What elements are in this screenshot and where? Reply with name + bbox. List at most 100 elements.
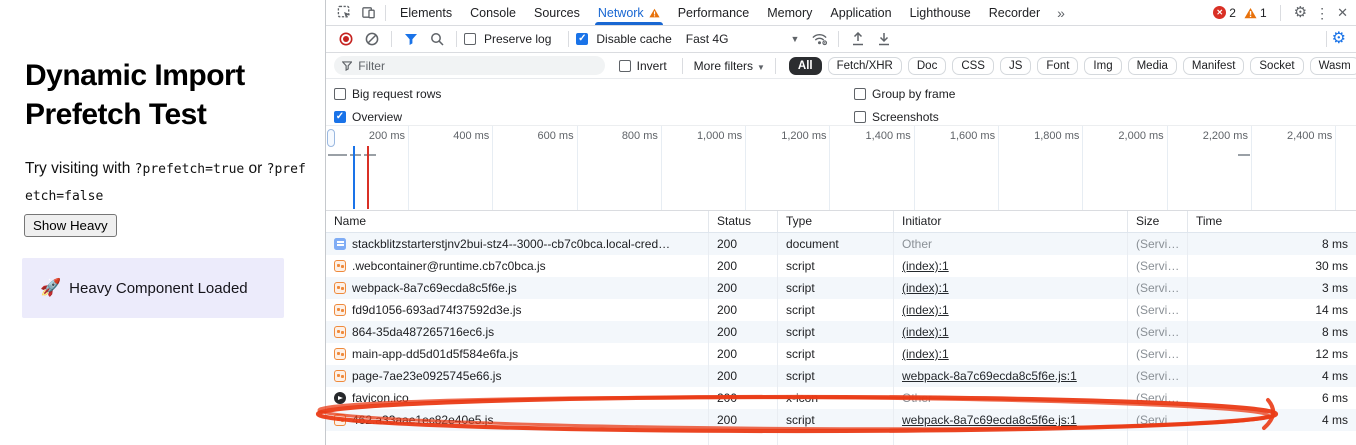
screenshots-label: Screenshots [872,110,939,124]
column-header-name[interactable]: Name [326,211,709,232]
column-header-status[interactable]: Status [709,211,778,232]
chip-wasm[interactable]: Wasm [1310,57,1356,75]
tab-recorder[interactable]: Recorder [980,0,1049,25]
search-icon[interactable] [425,28,449,50]
import-har-icon[interactable] [846,28,870,50]
request-name-cell[interactable]: main-app-dd5d01d5f584e6fa.js [326,343,709,365]
request-name-cell[interactable]: fd9d1056-693ad74f37592d3e.js [326,299,709,321]
timeline-tick-label: 600 ms [493,126,577,210]
tab-sources[interactable]: Sources [525,0,589,25]
initiator-link[interactable]: (index):1 [902,281,949,295]
request-name-cell[interactable]: .webcontainer@runtime.cb7c0bca.js [326,255,709,277]
filter-toggle-icon[interactable] [399,28,423,50]
overview-checkbox[interactable]: ✓ [334,111,346,123]
tab-performance[interactable]: Performance [669,0,759,25]
network-request-row[interactable]: 864-35da487265716ec6.js200script(index):… [326,321,1356,343]
initiator-link[interactable]: (index):1 [902,325,949,339]
console-warning-badge[interactable]: 1 [1244,6,1267,20]
initiator-link[interactable]: webpack-8a7c69ecda8c5f6e.js:1 [902,413,1077,427]
console-error-badge[interactable]: ✕2 [1213,6,1236,20]
kebab-menu-icon[interactable]: ⋮ [1315,6,1329,20]
chip-manifest[interactable]: Manifest [1183,57,1244,75]
tab-memory[interactable]: Memory [758,0,821,25]
tab-elements[interactable]: Elements [391,0,461,25]
column-header-size[interactable]: Size [1128,211,1188,232]
rocket-icon: 🚀 [40,278,61,298]
chip-all[interactable]: All [789,57,822,75]
network-request-row[interactable]: page-7ae23e0925745e66.js200scriptwebpack… [326,365,1356,387]
export-har-icon[interactable] [872,28,896,50]
network-request-row[interactable]: fd9d1056-693ad74f37592d3e.js200script(in… [326,299,1356,321]
status-cell: 200 [709,255,778,277]
request-name-cell[interactable]: 864-35da487265716ec6.js [326,321,709,343]
chip-css[interactable]: CSS [952,57,994,75]
invert-checkbox[interactable] [619,60,631,72]
chevron-down-icon: ▼ [757,63,765,72]
time-cell: 6 ms [1188,387,1356,409]
group-by-frame-checkbox[interactable] [854,88,866,100]
status-cell: 200 [709,321,778,343]
filter-input[interactable] [358,59,596,73]
tab-console[interactable]: Console [461,0,525,25]
request-name-cell[interactable]: 462.a33aae1ec82e40e5.js [326,409,709,431]
time-cell: 8 ms [1188,321,1356,343]
toggle-device-toolbar-icon[interactable] [356,3,380,23]
initiator-cell[interactable]: webpack-8a7c69ecda8c5f6e.js:1 [894,365,1128,387]
inspect-element-icon[interactable] [332,3,356,23]
initiator-link[interactable]: webpack-8a7c69ecda8c5f6e.js:1 [902,369,1077,383]
request-name-cell[interactable]: stackblitzstarterstjnv2bui-stz4--3000--c… [326,233,709,255]
network-overview-timeline[interactable]: 200 ms400 ms600 ms800 ms1,000 ms1,200 ms… [326,126,1356,211]
status-cell: 200 [709,387,778,409]
more-filters-dropdown[interactable]: More filters▼ [694,59,765,73]
tab-network[interactable]: Network [589,0,669,25]
record-network-log-icon[interactable] [334,28,358,50]
tab-application[interactable]: Application [821,0,900,25]
chip-socket[interactable]: Socket [1250,57,1303,75]
preserve-log-label: Preserve log [484,32,551,46]
initiator-cell[interactable]: webpack-8a7c69ecda8c5f6e.js:1 [894,409,1128,431]
preserve-log-checkbox[interactable] [464,33,476,45]
chip-font[interactable]: Font [1037,57,1078,75]
column-header-type[interactable]: Type [778,211,894,232]
network-request-row[interactable]: webpack-8a7c69ecda8c5f6e.js200script(ind… [326,277,1356,299]
chip-doc[interactable]: Doc [908,57,946,75]
column-header-initiator[interactable]: Initiator [894,211,1128,232]
initiator-cell[interactable]: (index):1 [894,277,1128,299]
request-name-cell[interactable]: page-7ae23e0925745e66.js [326,365,709,387]
chip-js[interactable]: JS [1000,57,1031,75]
initiator-cell[interactable]: (index):1 [894,343,1128,365]
initiator-link[interactable]: (index):1 [902,347,949,361]
initiator-cell[interactable]: (index):1 [894,321,1128,343]
overview-drag-handle[interactable] [327,129,335,147]
initiator-link[interactable]: (index):1 [902,259,949,273]
tab-lighthouse[interactable]: Lighthouse [901,0,980,25]
show-heavy-button[interactable]: Show Heavy [24,214,117,237]
request-name-cell[interactable]: favicon.ico [326,387,709,409]
page-title: Dynamic ImportPrefetch Test [25,56,305,134]
column-header-time[interactable]: Time [1188,211,1356,232]
chip-img[interactable]: Img [1084,57,1121,75]
filter-input-pill[interactable] [334,56,605,75]
network-request-row[interactable]: main-app-dd5d01d5f584e6fa.js200script(in… [326,343,1356,365]
request-name-cell[interactable]: webpack-8a7c69ecda8c5f6e.js [326,277,709,299]
close-devtools-icon[interactable]: ✕ [1337,6,1348,19]
throttling-dropdown[interactable]: Fast 4G ▼ [686,32,800,46]
big-request-rows-checkbox[interactable] [334,88,346,100]
clear-network-log-icon[interactable] [360,28,384,50]
disable-cache-checkbox[interactable]: ✓ [576,33,588,45]
network-conditions-icon[interactable] [807,28,831,50]
chip-media[interactable]: Media [1128,57,1177,75]
network-request-row[interactable]: .webcontainer@runtime.cb7c0bca.js200scri… [326,255,1356,277]
screenshots-checkbox[interactable] [854,111,866,123]
initiator-cell[interactable]: (index):1 [894,299,1128,321]
initiator-cell[interactable]: (index):1 [894,255,1128,277]
network-request-row[interactable]: 462.a33aae1ec82e40e5.js200scriptwebpack-… [326,409,1356,431]
more-tabs-chevron[interactable]: » [1049,5,1073,21]
initiator-link[interactable]: (index):1 [902,303,949,317]
network-request-row[interactable]: stackblitzstarterstjnv2bui-stz4--3000--c… [326,233,1356,255]
time-cell: 8 ms [1188,233,1356,255]
network-settings-gear-icon[interactable]: ⚙ [1332,31,1346,47]
settings-gear-icon[interactable]: ⚙ [1294,5,1307,20]
network-request-row[interactable]: favicon.ico200x-iconOther(Servi…6 ms [326,387,1356,409]
chip-fetch-xhr[interactable]: Fetch/XHR [828,57,902,75]
